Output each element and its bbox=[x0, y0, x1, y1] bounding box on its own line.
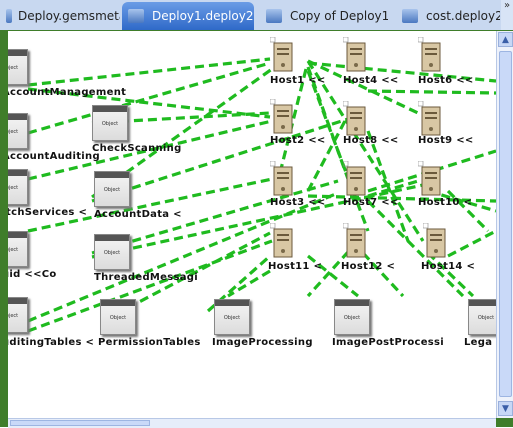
server-node[interactable]: Host9 << bbox=[417, 100, 473, 146]
server-icon bbox=[269, 98, 293, 134]
object-label: AccountManagement bbox=[8, 87, 127, 98]
object-label: uid <<Co bbox=[8, 269, 57, 280]
object-label: ItchServices < bbox=[8, 207, 88, 218]
vertical-scrollbar[interactable]: ▲ ▼ bbox=[496, 31, 513, 418]
server-icon bbox=[417, 160, 441, 196]
server-node[interactable]: Host7 << bbox=[342, 160, 398, 208]
server-icon bbox=[422, 222, 446, 258]
server-node[interactable]: Host14 < bbox=[421, 222, 475, 272]
server-icon bbox=[417, 36, 441, 72]
object-icon: Object bbox=[94, 171, 130, 207]
object-label: ImageProcessing bbox=[212, 337, 313, 348]
tab-label: Copy of Deploy1.d... bbox=[290, 9, 388, 23]
server-icon bbox=[342, 36, 366, 72]
server-label: Host11 < bbox=[268, 261, 323, 272]
server-label: Host6 << bbox=[418, 75, 474, 86]
deploy-file-icon bbox=[128, 9, 144, 23]
object-icon: Object bbox=[8, 113, 28, 149]
object-label: ThreadedMessagi bbox=[94, 272, 198, 283]
object-icon: Object bbox=[92, 105, 128, 141]
scroll-up-button[interactable]: ▲ bbox=[498, 32, 513, 47]
object-icon: Object bbox=[8, 231, 28, 267]
tab-copy-of-deploy1[interactable]: Copy of Deploy1.d... bbox=[260, 2, 388, 30]
server-icon bbox=[342, 222, 366, 258]
scroll-thumb[interactable] bbox=[499, 51, 512, 397]
object-label: AccountAuditing bbox=[8, 151, 100, 162]
server-node[interactable]: Host1 << bbox=[269, 36, 325, 86]
deploy-file-icon bbox=[266, 9, 282, 23]
server-label: Host10 < bbox=[418, 197, 473, 208]
server-node[interactable]: Host3 << bbox=[269, 160, 325, 208]
tab-label: cost.deploy2 bbox=[426, 9, 500, 23]
server-label: Host2 << bbox=[270, 135, 326, 146]
server-label: Host12 < bbox=[341, 261, 396, 272]
object-icon: Object bbox=[8, 49, 28, 85]
server-icon bbox=[269, 160, 293, 196]
object-label: CheckScanning bbox=[92, 143, 182, 154]
horizontal-scroll-thumb[interactable] bbox=[10, 420, 150, 426]
object-label: ImagePostProcessi bbox=[332, 337, 445, 348]
object-label: PermissionTables bbox=[98, 337, 201, 348]
object-icon: Object bbox=[100, 299, 136, 335]
server-node[interactable]: Host4 << bbox=[342, 36, 398, 86]
server-label: Host14 < bbox=[421, 261, 476, 272]
server-icon bbox=[342, 160, 366, 196]
server-label: Host9 << bbox=[418, 135, 474, 146]
server-node[interactable]: Host8 << bbox=[342, 100, 398, 146]
server-node[interactable]: Host2 << bbox=[269, 98, 325, 146]
object-icon: Object bbox=[214, 299, 250, 335]
server-label: Host4 << bbox=[343, 75, 399, 86]
editor-tab-bar: Deploy.gemsmeta Deploy1.deploy2 ✕ Copy o… bbox=[0, 0, 513, 31]
object-icon: Object bbox=[94, 234, 130, 270]
deployment-diagram-canvas[interactable]: Host1 << Host4 << Host6 << Host2 << Host… bbox=[8, 31, 496, 418]
server-label: Host7 << bbox=[343, 197, 399, 208]
tab-cost-deploy2[interactable]: cost.deploy2 bbox=[396, 2, 500, 30]
server-node[interactable]: Host11 < bbox=[268, 222, 322, 272]
object-icon: Object bbox=[8, 297, 28, 333]
server-node[interactable]: Host12 < bbox=[341, 222, 395, 272]
deploy-file-icon bbox=[402, 9, 418, 23]
tab-label: Deploy.gemsmeta bbox=[18, 9, 120, 23]
tab-deploy-gemsmeta[interactable]: Deploy.gemsmeta bbox=[0, 2, 120, 30]
tab-overflow-button[interactable]: » bbox=[501, 0, 513, 30]
server-label: Host3 << bbox=[270, 197, 326, 208]
server-icon bbox=[342, 100, 366, 136]
server-icon bbox=[269, 222, 293, 258]
tab-deploy1-deploy2[interactable]: Deploy1.deploy2 ✕ bbox=[122, 2, 254, 30]
object-icon: Object bbox=[468, 299, 496, 335]
object-label: uditingTables < bbox=[8, 337, 95, 348]
object-icon: Object bbox=[334, 299, 370, 335]
server-node[interactable]: Host6 << bbox=[417, 36, 473, 86]
object-label: Lega bbox=[464, 337, 493, 348]
object-icon: Object bbox=[8, 169, 28, 205]
server-node[interactable]: Host10 < bbox=[417, 160, 472, 208]
server-icon bbox=[417, 100, 441, 136]
file-icon bbox=[6, 9, 12, 23]
server-label: Host8 << bbox=[343, 135, 399, 146]
server-icon bbox=[269, 36, 293, 72]
server-label: Host1 << bbox=[270, 75, 326, 86]
scroll-down-button[interactable]: ▼ bbox=[498, 401, 513, 416]
tab-label: Deploy1.deploy2 bbox=[152, 9, 254, 23]
object-label: AccountData < bbox=[94, 209, 182, 220]
